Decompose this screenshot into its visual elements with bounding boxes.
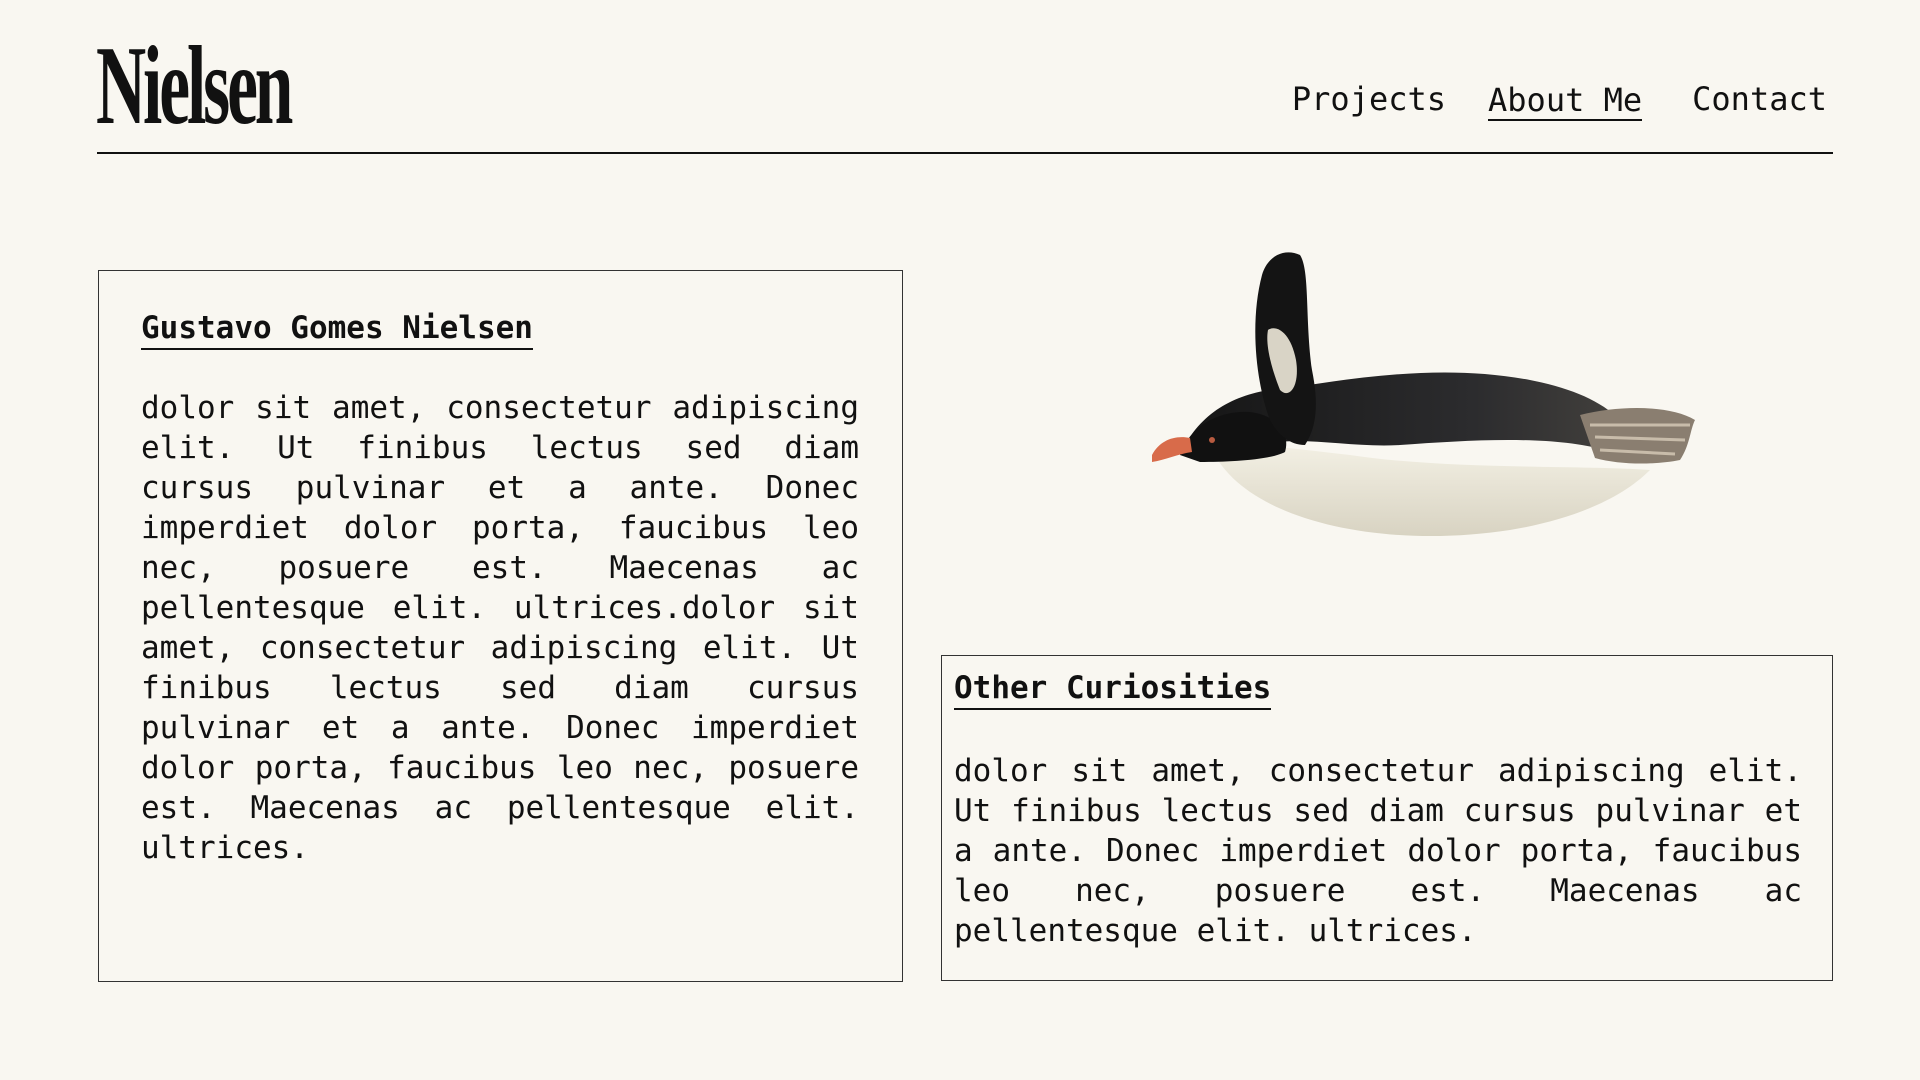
penguin-photo bbox=[1150, 230, 1710, 550]
bio-title: Gustavo Gomes Nielsen bbox=[141, 310, 533, 350]
nav-link-contact[interactable]: Contact bbox=[1692, 80, 1827, 121]
curiosities-text: dolor sit amet, consectetur adipiscing e… bbox=[954, 753, 1802, 949]
header-divider bbox=[97, 152, 1833, 154]
nav-link-projects[interactable]: Projects bbox=[1292, 80, 1446, 121]
bio-card: Gustavo Gomes Nielsen dolor sit amet, co… bbox=[98, 270, 903, 982]
page: Nielsen Projects About Me Contact Gustav… bbox=[0, 0, 1920, 1080]
main-nav: Projects About Me Contact bbox=[1292, 80, 1827, 121]
curiosities-title: Other Curiosities bbox=[954, 670, 1272, 710]
curiosities-card: Other Curiosities dolor sit amet, consec… bbox=[941, 655, 1833, 981]
site-logo[interactable]: Nielsen bbox=[96, 30, 293, 142]
nav-link-about-me[interactable]: About Me bbox=[1488, 80, 1643, 121]
bio-text: dolor sit amet, consectetur adipiscing e… bbox=[141, 390, 859, 866]
